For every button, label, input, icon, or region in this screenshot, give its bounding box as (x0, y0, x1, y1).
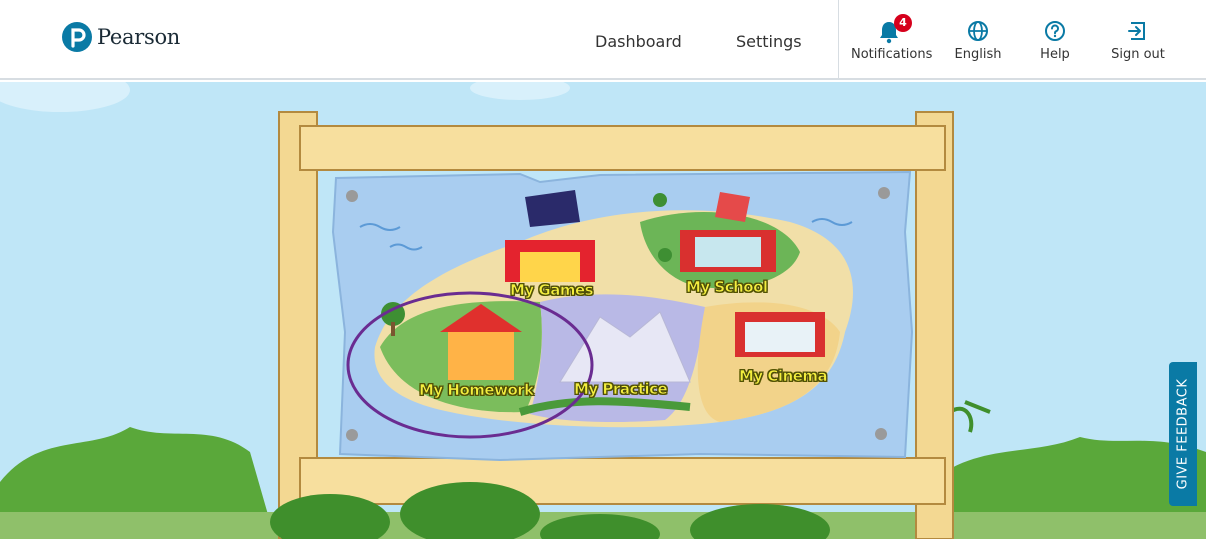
help-button[interactable]: Help (1036, 18, 1074, 62)
help-label: Help (1040, 47, 1070, 62)
pearson-logo[interactable]: Pearson (62, 22, 180, 52)
notifications-label: Notifications (851, 47, 933, 62)
signout-button[interactable]: Sign out (1107, 18, 1169, 62)
pearson-logo-icon (62, 22, 92, 52)
map-link-my-practice[interactable]: My Practice (574, 380, 668, 399)
language-label: English (954, 47, 1002, 62)
sign-out-icon (1128, 22, 1145, 40)
header-divider (838, 0, 839, 80)
map-link-my-school[interactable]: My School (686, 278, 769, 297)
map-link-my-homework[interactable]: My Homework (419, 381, 535, 400)
globe-icon (968, 21, 988, 41)
notifications-button[interactable]: 4 Notifications (851, 14, 933, 62)
signout-label: Sign out (1111, 47, 1165, 62)
map-link-my-cinema[interactable]: My Cinema (739, 367, 828, 386)
give-feedback-tab[interactable]: GIVE FEEDBACK (1169, 362, 1197, 506)
notification-count-badge: 4 (894, 14, 912, 32)
nav-dashboard[interactable]: Dashboard (595, 32, 682, 51)
island-map-scene: My Games My School My Homework My Practi… (0, 82, 1206, 539)
give-feedback-label: GIVE FEEDBACK (1175, 378, 1191, 490)
map-illustration (0, 82, 1206, 539)
map-link-my-games[interactable]: My Games (510, 281, 594, 300)
language-button[interactable]: English (951, 18, 1005, 62)
top-header: Pearson Dashboard Settings 4 Notificatio… (0, 0, 1206, 80)
brand-name: Pearson (97, 25, 181, 49)
help-icon (1045, 21, 1065, 41)
nav-settings[interactable]: Settings (736, 32, 802, 51)
